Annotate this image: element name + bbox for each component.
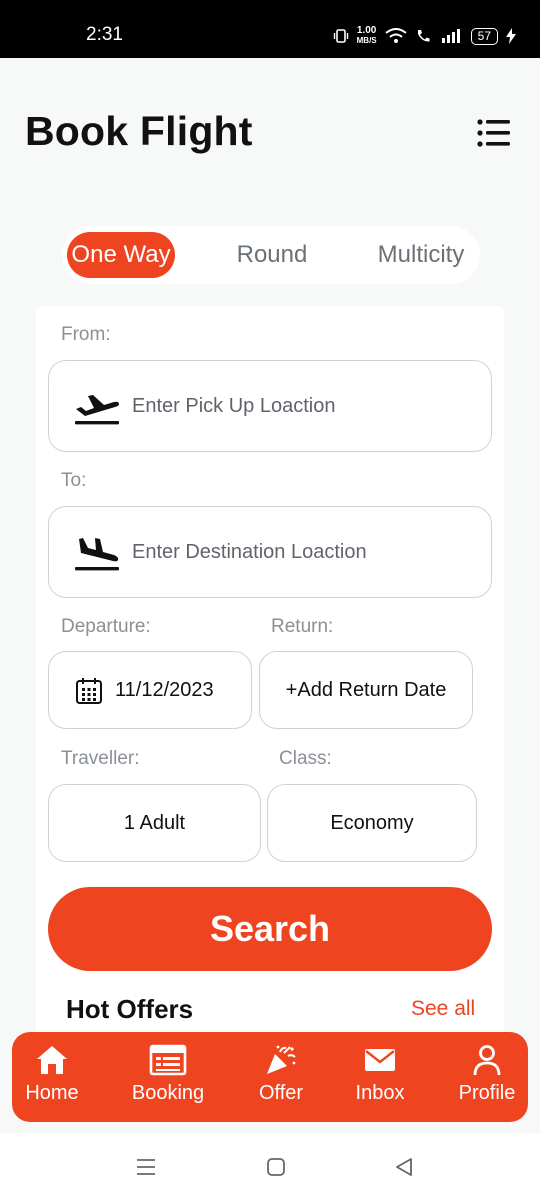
calendar-icon [76, 678, 102, 704]
person-icon [473, 1045, 501, 1076]
back-icon[interactable] [394, 1157, 414, 1177]
system-nav-bar [0, 1134, 540, 1200]
booking-icon [149, 1044, 187, 1076]
page-title: Book Flight [25, 108, 253, 154]
departure-date-value: 11/12/2023 [115, 679, 214, 701]
status-time: 2:31 [86, 24, 123, 45]
to-location-input[interactable]: Enter Destination Loaction [48, 506, 492, 598]
wifi-icon [385, 28, 407, 43]
flight-takeoff-icon [75, 395, 119, 425]
status-icons: 1.00 MB/S 57 [333, 26, 516, 46]
list-menu-icon [477, 119, 510, 147]
nav-label-offer: Offer [258, 1082, 304, 1104]
class-value: Economy [330, 812, 414, 834]
return-date-button[interactable]: +Add Return Date [259, 651, 473, 729]
nav-item-booking[interactable]: Booking [126, 1044, 210, 1105]
class-selector[interactable]: Economy [267, 784, 477, 862]
flight-land-icon [75, 538, 119, 571]
signal-icon [441, 29, 460, 43]
traveller-selector[interactable]: 1 Adult [48, 784, 261, 862]
see-all-link[interactable]: See all [411, 997, 475, 1021]
charging-icon [506, 28, 516, 44]
traveller-label: Traveller: [61, 748, 140, 769]
traveller-value: 1 Adult [123, 812, 186, 834]
from-placeholder: Enter Pick Up Loaction [132, 395, 336, 417]
vibrate-icon [333, 29, 348, 43]
tab-multicity[interactable]: Multicity [366, 232, 476, 278]
bottom-nav: Home Booking Offer Inbox Profile [12, 1032, 528, 1122]
party-popper-icon [267, 1045, 296, 1074]
nav-label-booking: Booking [131, 1082, 205, 1104]
net-speed-value: 1.00 [356, 25, 377, 36]
tab-one-way[interactable]: One Way [67, 232, 175, 278]
hot-offers-title: Hot Offers [66, 994, 194, 1024]
tab-round[interactable]: Round [222, 232, 322, 278]
recent-apps-icon[interactable] [136, 1157, 156, 1177]
nav-label-inbox: Inbox [355, 1082, 405, 1104]
class-label: Class: [279, 748, 332, 769]
home-system-icon[interactable] [266, 1157, 286, 1177]
nav-item-profile[interactable]: Profile [452, 1044, 522, 1105]
nav-label-home: Home [25, 1082, 79, 1104]
departure-date-field[interactable]: 11/12/2023 [48, 651, 252, 729]
from-location-input[interactable]: Enter Pick Up Loaction [48, 360, 492, 452]
wifi-calling-icon [417, 30, 430, 42]
trip-type-tabs: One Way Round Multicity [62, 226, 480, 284]
to-label: To: [61, 470, 87, 491]
search-button[interactable]: Search [48, 887, 492, 971]
home-icon [37, 1046, 67, 1074]
to-placeholder: Enter Destination Loaction [132, 541, 367, 563]
nav-item-offer[interactable]: Offer [249, 1044, 313, 1105]
net-speed: 1.00 MB/S [357, 26, 377, 46]
mail-icon [365, 1049, 395, 1071]
battery-indicator: 57 [470, 27, 498, 45]
nav-item-home[interactable]: Home [18, 1044, 86, 1105]
nav-label-profile: Profile [458, 1082, 516, 1104]
from-label: From: [61, 324, 111, 345]
return-date-label: +Add Return Date [285, 679, 447, 701]
status-bar: 2:31 1.00 MB/S 57 [0, 0, 540, 58]
departure-label: Departure: [61, 616, 151, 637]
nav-item-inbox[interactable]: Inbox [349, 1044, 411, 1105]
net-speed-unit: MB/S [356, 36, 377, 45]
return-label: Return: [271, 616, 334, 637]
menu-button[interactable] [476, 118, 512, 148]
